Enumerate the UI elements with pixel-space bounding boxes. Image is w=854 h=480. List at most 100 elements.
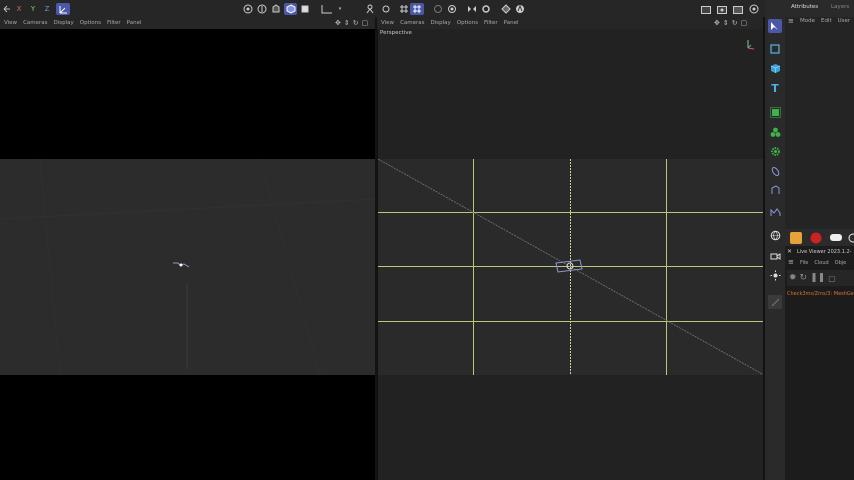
workplane-grid-button[interactable] <box>410 3 424 15</box>
x-axis-button[interactable]: X <box>14 3 24 15</box>
y-axis-button[interactable]: Y <box>28 3 38 15</box>
grid-button[interactable] <box>398 3 409 15</box>
menu-view[interactable]: View <box>381 20 394 26</box>
object-mode-icon <box>286 4 295 14</box>
coordinate-system-button[interactable] <box>56 3 70 15</box>
right-viewport-header: View Cameras Display Options Filter Pane… <box>377 17 763 29</box>
menu-panel[interactable]: Panel <box>504 20 519 26</box>
tag-button[interactable] <box>768 295 782 309</box>
z-axis-button[interactable]: Z <box>42 3 52 15</box>
menu-filter[interactable]: Filter <box>107 20 121 26</box>
subdivision-button[interactable] <box>768 105 782 119</box>
cursor-icon <box>771 22 778 30</box>
snap-dropdown[interactable]: ▾ <box>336 3 344 15</box>
scene-button[interactable] <box>768 249 782 263</box>
render-region-button[interactable] <box>242 3 253 15</box>
light-button[interactable] <box>768 268 782 282</box>
axis-button[interactable] <box>380 3 391 15</box>
move-tool-button[interactable] <box>768 42 782 56</box>
model-mode-button[interactable] <box>299 3 310 15</box>
maximize-view-icon[interactable]: ▢ <box>362 19 369 27</box>
render-button[interactable] <box>500 3 511 15</box>
snap-button[interactable] <box>320 3 334 15</box>
attributes-header: Attributes Layers <box>765 0 854 17</box>
tab-attributes[interactable]: Attributes <box>791 4 818 10</box>
refresh-icon[interactable]: ↻ <box>800 273 808 283</box>
workplane-grid-icon <box>413 5 421 13</box>
lock-icon <box>447 5 456 13</box>
spline-button[interactable] <box>768 164 782 178</box>
cube-button[interactable] <box>768 61 782 75</box>
effector-button[interactable] <box>768 144 782 158</box>
render-view-icon <box>257 4 266 14</box>
render-settings-button[interactable] <box>270 3 281 15</box>
left-viewport[interactable] <box>0 29 375 480</box>
rotate-view-icon[interactable]: ↻ <box>353 19 359 27</box>
hamburger-menu-icon[interactable]: ≡ <box>788 258 794 266</box>
menu-options[interactable]: Options <box>457 20 478 26</box>
live-selection-button[interactable] <box>768 19 782 33</box>
menu-display[interactable]: Display <box>431 20 451 26</box>
menu-objects[interactable]: Obje <box>835 260 847 266</box>
menu-options[interactable]: Options <box>80 20 101 26</box>
settings-button[interactable] <box>480 3 491 15</box>
toggle-icon[interactable] <box>830 234 842 241</box>
text-tool-icon[interactable]: T <box>768 81 782 95</box>
menu-mode[interactable]: Mode <box>800 18 815 24</box>
menu-cameras[interactable]: Cameras <box>400 20 424 26</box>
symmetry-button[interactable] <box>432 3 443 15</box>
menu-display[interactable]: Display <box>54 20 74 26</box>
cloner-icon <box>770 127 780 137</box>
render-to-pv-button[interactable] <box>732 3 743 15</box>
menu-cloud[interactable]: Cloud <box>814 260 828 266</box>
render-active-view-button[interactable] <box>716 3 727 15</box>
menu-panel[interactable]: Panel <box>127 20 142 26</box>
gear-icon <box>481 5 490 13</box>
cloner-button[interactable] <box>768 125 782 139</box>
render-queue-button[interactable] <box>514 3 525 15</box>
menu-cameras[interactable]: Cameras <box>23 20 47 26</box>
selected-object-icon[interactable] <box>554 257 584 277</box>
menu-edit[interactable]: Edit <box>821 18 832 24</box>
zoom-view-icon[interactable]: ⇕ <box>723 19 729 27</box>
mirror-icon <box>467 6 476 12</box>
object-mode-button[interactable] <box>284 3 297 15</box>
rotate-view-icon[interactable]: ↻ <box>732 19 738 27</box>
tab-layers[interactable]: Layers <box>831 4 849 10</box>
menu-user[interactable]: User <box>838 18 851 24</box>
picture-viewer-button[interactable] <box>700 3 711 15</box>
workplane-button[interactable] <box>364 3 375 15</box>
render-region-icon <box>243 4 252 14</box>
render-icon[interactable] <box>790 232 802 244</box>
square-icon <box>770 44 780 54</box>
camera-button[interactable] <box>748 3 760 15</box>
deformer-button[interactable] <box>768 205 782 219</box>
render-view-button[interactable] <box>256 3 267 15</box>
close-icon[interactable]: ✕ <box>787 248 792 255</box>
grid-icon <box>399 5 408 13</box>
environment-button[interactable] <box>768 228 782 242</box>
menu-filter[interactable]: Filter <box>484 20 498 26</box>
perspective-viewport[interactable]: Perspective <box>377 29 764 480</box>
hamburger-menu-icon[interactable]: ≡ <box>788 17 794 25</box>
status-text: Check3ms/Zms/3: MeshGe <box>787 291 854 297</box>
lock-button[interactable] <box>446 3 457 15</box>
move-view-icon[interactable]: ✥ <box>714 19 720 27</box>
spline-icon <box>771 166 779 176</box>
picture-viewer-icon <box>700 5 711 14</box>
stop-icon[interactable] <box>809 232 823 244</box>
mirror-button[interactable] <box>466 3 477 15</box>
camera-tool-button[interactable] <box>768 183 782 197</box>
move-view-icon[interactable]: ✥ <box>335 19 341 27</box>
undo-icon[interactable] <box>2 3 11 15</box>
menu-file[interactable]: File <box>800 260 808 266</box>
more-icon[interactable] <box>847 232 854 244</box>
camera-object-icon[interactable] <box>172 260 190 270</box>
maximize-view-icon[interactable]: ▢ <box>741 19 748 27</box>
snap-icon <box>321 5 332 14</box>
zoom-view-icon[interactable]: ⇕ <box>344 19 350 27</box>
menu-view[interactable]: View <box>4 20 17 26</box>
gear-icon[interactable]: ✹ <box>789 273 797 283</box>
pause-icon[interactable]: ❚❚ <box>810 273 825 283</box>
region-icon[interactable]: ▢ <box>828 274 836 283</box>
